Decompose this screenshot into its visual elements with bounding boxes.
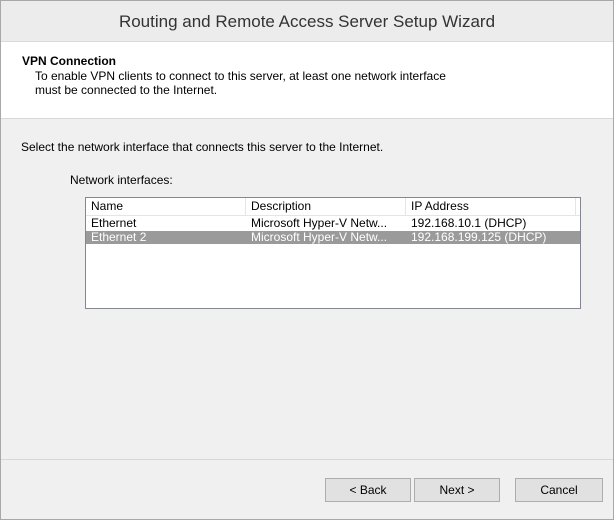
instruction-text: Select the network interface that connec… bbox=[21, 140, 384, 154]
column-header-ip-address[interactable]: IP Address bbox=[406, 198, 576, 215]
title-bar: Routing and Remote Access Server Setup W… bbox=[1, 1, 613, 42]
next-button[interactable]: Next > bbox=[414, 478, 500, 502]
footer-divider bbox=[1, 459, 613, 460]
network-interfaces-label: Network interfaces: bbox=[70, 173, 173, 187]
wizard-window: Routing and Remote Access Server Setup W… bbox=[0, 0, 614, 520]
cell-ip-address: 192.168.199.125 (DHCP) bbox=[411, 231, 547, 244]
cell-name: Ethernet bbox=[91, 217, 137, 230]
column-header-name[interactable]: Name bbox=[86, 198, 246, 215]
wizard-header: VPN Connection To enable VPN clients to … bbox=[1, 42, 613, 119]
cell-name: Ethernet 2 bbox=[91, 231, 147, 244]
list-row-ethernet[interactable]: Ethernet Microsoft Hyper-V Netw... 192.1… bbox=[86, 217, 580, 230]
description-line-1: To enable VPN clients to connect to this… bbox=[35, 69, 446, 83]
description-line-2: must be connected to the Internet. bbox=[35, 83, 218, 97]
window-title: Routing and Remote Access Server Setup W… bbox=[118, 12, 496, 31]
list-header: Name Description IP Address bbox=[86, 198, 580, 216]
cell-description: Microsoft Hyper-V Netw... bbox=[251, 217, 388, 230]
cell-ip-address: 192.168.10.1 (DHCP) bbox=[411, 217, 527, 230]
back-button[interactable]: < Back bbox=[325, 478, 411, 502]
network-interfaces-list[interactable]: Name Description IP Address Ethernet Mic… bbox=[85, 197, 581, 309]
column-header-description[interactable]: Description bbox=[246, 198, 406, 215]
page-description: To enable VPN clients to connect to this… bbox=[35, 69, 495, 97]
list-row-ethernet-2-selected[interactable]: Ethernet 2 Microsoft Hyper-V Netw... 192… bbox=[86, 231, 580, 244]
page-title: VPN Connection bbox=[22, 54, 117, 68]
cell-description: Microsoft Hyper-V Netw... bbox=[251, 231, 388, 244]
wizard-content: Select the network interface that connec… bbox=[1, 119, 613, 459]
cancel-button[interactable]: Cancel bbox=[515, 478, 603, 502]
